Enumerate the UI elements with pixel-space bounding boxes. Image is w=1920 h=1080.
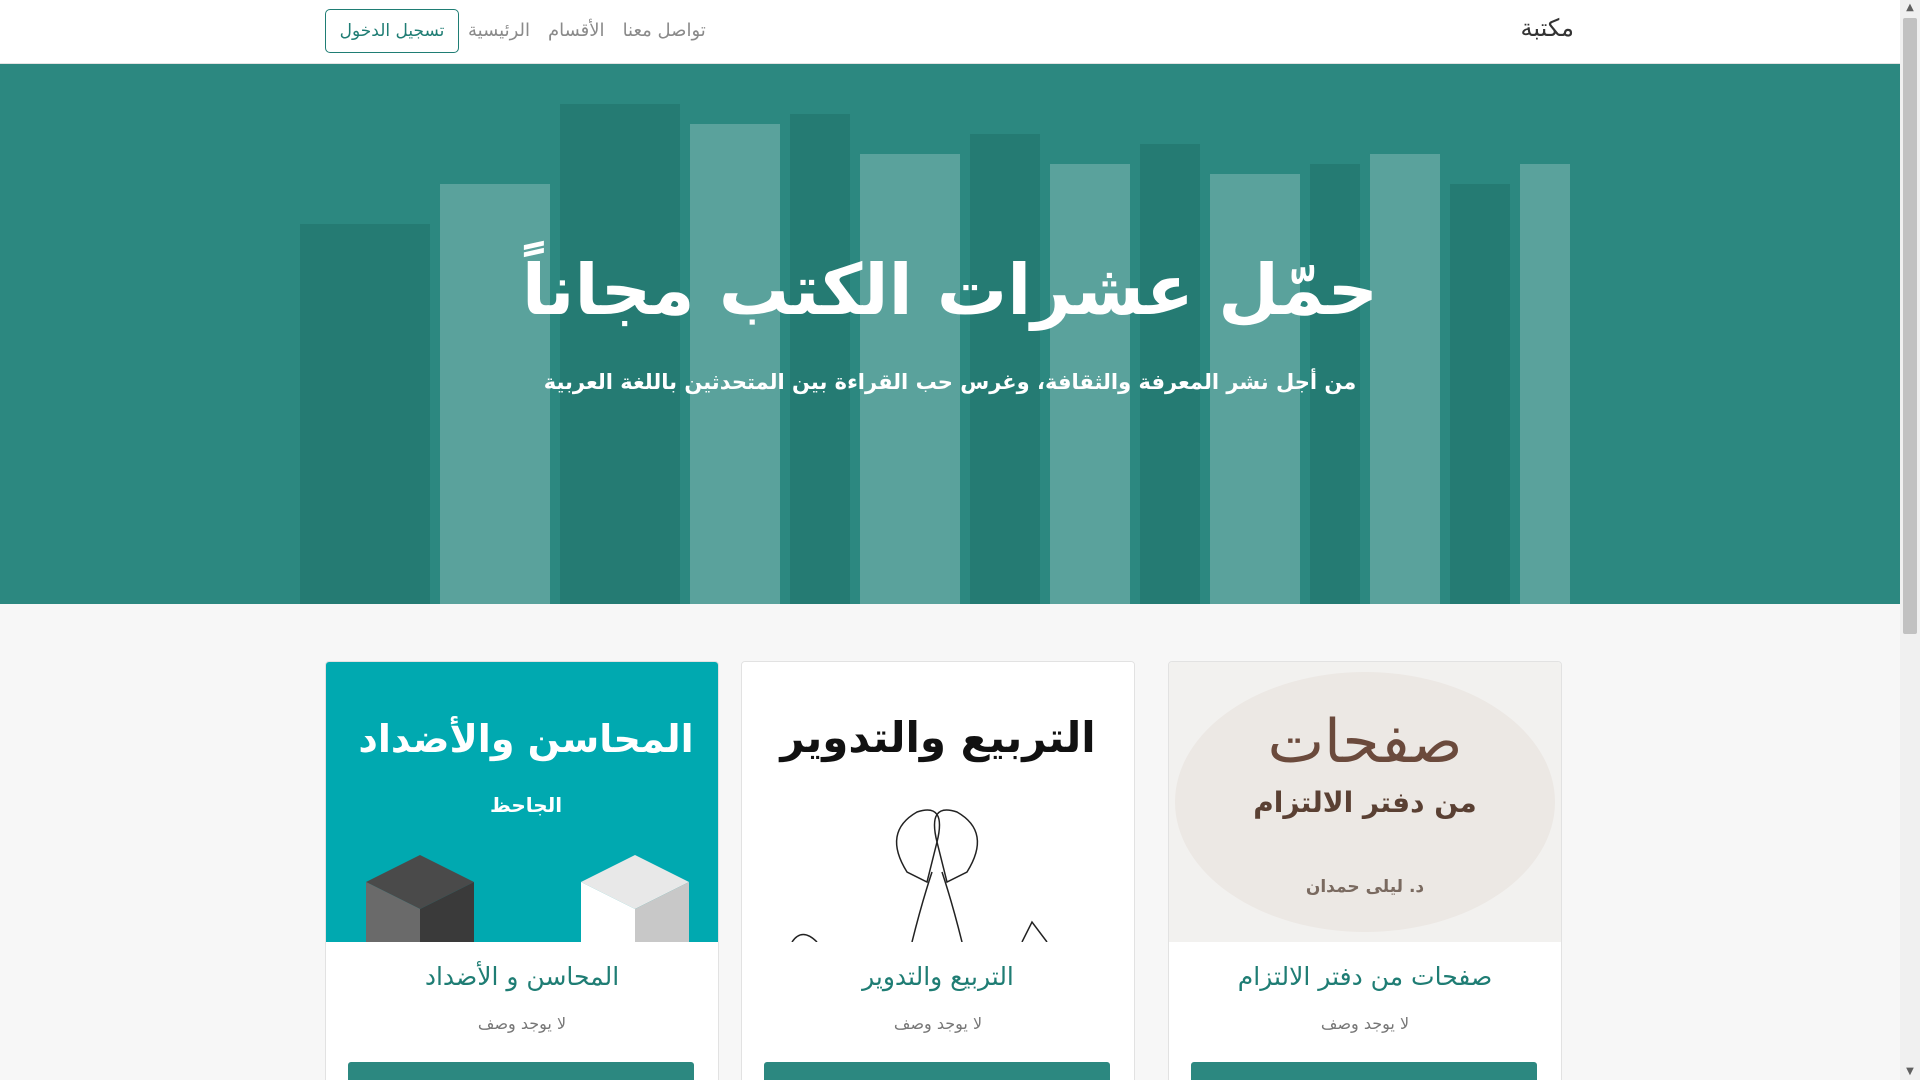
hero-background-books	[300, 104, 1570, 604]
dark-cube	[366, 855, 474, 942]
hero-banner: حمّل عشرات الكتب مجاناً من أجل نشر المعر…	[0, 64, 1900, 604]
cover-illustration	[791, 809, 1048, 942]
book-cover[interactable]: المحاسن والأضداد الجاحظ	[326, 662, 718, 942]
book-cover[interactable]: التربيع والتدوير	[742, 662, 1134, 942]
nav-link-categories[interactable]: الأقسام	[548, 20, 605, 41]
cover-title: صفحات	[1268, 707, 1463, 777]
scroll-down-icon[interactable]: ▼	[1900, 1064, 1920, 1080]
cover-title: التربيع والتدوير	[778, 713, 1095, 763]
site-brand[interactable]: مكتبة	[1521, 14, 1574, 42]
book-description: لا يوجد وصف	[1320, 1014, 1410, 1033]
book-card[interactable]: صفحات من دفتر الالتزام د. ليلى حمدان صفح…	[1168, 661, 1562, 1080]
cover-subtitle: من دفتر الالتزام	[1253, 786, 1477, 819]
hero-title: حمّل عشرات الكتب مجاناً	[521, 249, 1379, 331]
nav-links: الرئيسية الأقسام تواصل معنا	[468, 20, 706, 41]
scroll-up-icon[interactable]: ▲	[1900, 0, 1920, 16]
book-card[interactable]: التربيع والتدوير التربيع والتدوير لا يوج…	[741, 661, 1135, 1080]
cover-art: المحاسن والأضداد الجاحظ	[358, 715, 694, 942]
nav-link-home[interactable]: الرئيسية	[468, 20, 530, 41]
cover-author: د. ليلى حمدان	[1306, 877, 1425, 897]
book-action-button[interactable]	[1191, 1062, 1537, 1080]
scroll-thumb[interactable]	[1903, 18, 1917, 634]
book-action-button[interactable]	[348, 1062, 694, 1080]
book-description: لا يوجد وصف	[893, 1014, 983, 1033]
book-title[interactable]: صفحات من دفتر الالتزام	[1169, 962, 1561, 991]
vertical-scrollbar[interactable]: ▲ ▼	[1900, 0, 1920, 1080]
page: مكتبة الرئيسية الأقسام تواصل معنا تسجيل …	[0, 0, 1900, 1080]
navbar: مكتبة الرئيسية الأقسام تواصل معنا تسجيل …	[0, 0, 1900, 64]
book-title[interactable]: التربيع والتدوير	[742, 962, 1134, 991]
light-cube	[581, 855, 689, 942]
book-action-button[interactable]	[764, 1062, 1110, 1080]
cover-title: المحاسن والأضداد	[358, 715, 693, 762]
login-button[interactable]: تسجيل الدخول	[325, 9, 459, 53]
book-description: لا يوجد وصف	[477, 1014, 567, 1033]
cover-author: الجاحظ	[490, 793, 562, 817]
cover-art: صفحات من دفتر الالتزام د. ليلى حمدان	[1175, 672, 1555, 932]
nav-link-contact[interactable]: تواصل معنا	[623, 20, 706, 41]
book-cover[interactable]: صفحات من دفتر الالتزام د. ليلى حمدان	[1169, 662, 1561, 942]
cover-art: التربيع والتدوير	[778, 713, 1096, 942]
book-title[interactable]: المحاسن و الأضداد	[326, 962, 718, 991]
hero-subtitle: من أجل نشر المعرفة والثقافة، وغرس حب الق…	[543, 370, 1357, 394]
book-card[interactable]: المحاسن والأضداد الجاحظ المحاسن و الأضدا…	[325, 661, 719, 1080]
